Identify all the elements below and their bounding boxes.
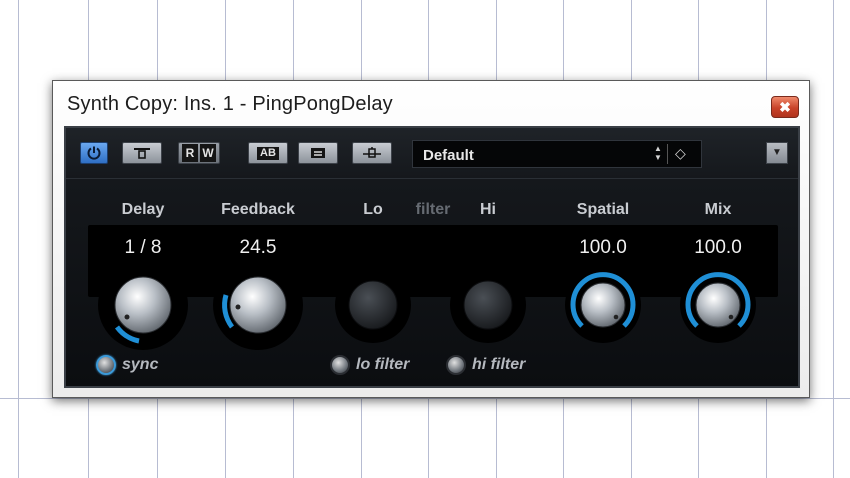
list-button[interactable] bbox=[298, 142, 338, 164]
hi-filter-led-icon bbox=[446, 355, 466, 375]
spatial-label: Spatial bbox=[576, 201, 630, 218]
routing-button[interactable] bbox=[352, 142, 392, 164]
plugin-panel: R W AB Default ▲ ▼ ◇ ▼ Delay Feedback Lo… bbox=[64, 126, 800, 388]
read-automation-button[interactable]: R bbox=[182, 144, 198, 162]
sync-label: sync bbox=[122, 356, 159, 373]
hi-filter-switch[interactable]: hi filter bbox=[446, 355, 525, 375]
power-icon bbox=[87, 146, 101, 160]
list-icon bbox=[311, 148, 325, 158]
mix-label: Mix bbox=[704, 201, 732, 218]
bypass-icon bbox=[134, 148, 150, 159]
feedback-value: 24.5 bbox=[239, 237, 277, 258]
triangle-down-icon: ▼ bbox=[772, 147, 782, 158]
filter-label: filter bbox=[415, 201, 451, 218]
delay-label: Delay bbox=[121, 201, 165, 218]
close-button[interactable]: ✖ bbox=[771, 96, 799, 118]
delay-value: 1 / 8 bbox=[124, 237, 162, 258]
bypass-button[interactable] bbox=[122, 142, 162, 164]
lo-filter-led-icon bbox=[330, 355, 350, 375]
close-icon: ✖ bbox=[779, 99, 791, 115]
hi-filter-knob[interactable] bbox=[451, 268, 525, 342]
preset-selector[interactable]: Default ▲ ▼ ◇ bbox=[412, 140, 702, 168]
window-title: Synth Copy: Ins. 1 - PingPongDelay bbox=[67, 93, 393, 115]
routing-icon bbox=[363, 147, 381, 158]
function-menu-button[interactable]: ▼ bbox=[766, 142, 788, 164]
sync-switch[interactable]: sync bbox=[96, 355, 158, 375]
ab-compare-label: AB bbox=[257, 146, 279, 160]
plugin-window: Synth Copy: Ins. 1 - PingPongDelay ✖ R W bbox=[52, 80, 810, 398]
preset-menu-icon[interactable]: ◇ bbox=[675, 145, 686, 162]
spatial-value: 100.0 bbox=[579, 237, 627, 258]
lo-filter-label: lo filter bbox=[356, 356, 410, 373]
preset-name: Default bbox=[423, 147, 474, 164]
power-button[interactable] bbox=[80, 142, 108, 164]
hi-filter-label: hi filter bbox=[472, 356, 526, 373]
mix-knob[interactable] bbox=[681, 268, 755, 342]
preset-stepper-icon[interactable]: ▲ ▼ bbox=[651, 144, 668, 164]
spatial-knob[interactable] bbox=[566, 268, 640, 342]
feedback-label: Feedback bbox=[221, 201, 295, 218]
value-display-strip bbox=[88, 225, 778, 297]
sync-led-icon bbox=[96, 355, 116, 375]
title-bar[interactable]: Synth Copy: Ins. 1 - PingPongDelay ✖ bbox=[53, 81, 809, 125]
delay-knob[interactable] bbox=[99, 261, 187, 349]
mix-value: 100.0 bbox=[694, 237, 742, 258]
plugin-controls: Delay Feedback Lo filter Hi Spatial Mix … bbox=[66, 179, 798, 386]
ab-compare-button[interactable]: AB bbox=[248, 142, 288, 164]
lo-filter-switch[interactable]: lo filter bbox=[330, 355, 409, 375]
read-write-group: R W bbox=[178, 142, 220, 164]
lo-label: Lo bbox=[363, 201, 383, 218]
lo-filter-knob[interactable] bbox=[336, 268, 410, 342]
hi-label: Hi bbox=[480, 201, 496, 218]
write-automation-button[interactable]: W bbox=[200, 144, 216, 162]
plugin-toolbar: R W AB Default ▲ ▼ ◇ ▼ bbox=[66, 128, 798, 179]
feedback-knob[interactable] bbox=[214, 261, 302, 349]
